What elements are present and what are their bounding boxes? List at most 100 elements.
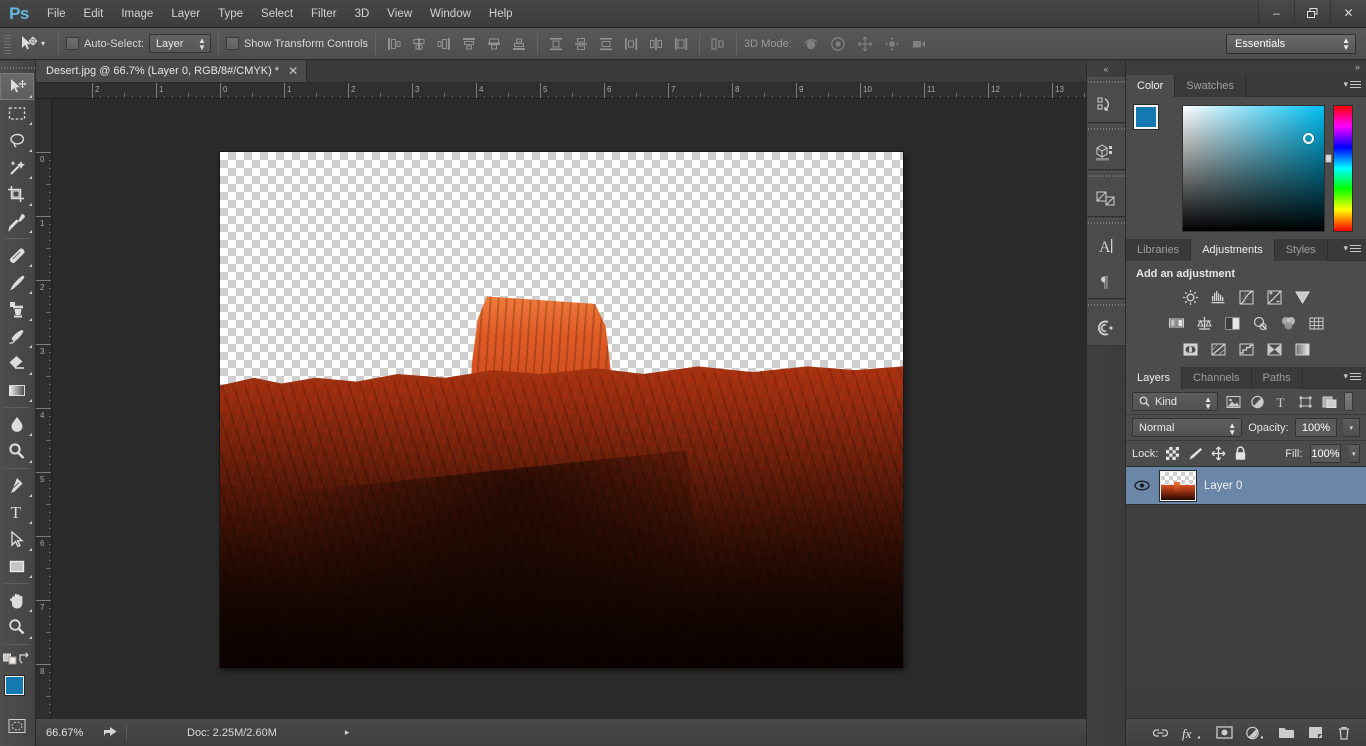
menu-3d[interactable]: 3D [346,0,379,28]
character-panel-icon[interactable]: A [1087,228,1125,263]
color-picker-marker[interactable] [1303,133,1314,144]
orbit-3d-icon[interactable] [800,33,822,55]
lock-image-icon[interactable] [1187,446,1203,462]
horizontal-type-tool[interactable]: T [0,499,34,526]
gradient-map-icon[interactable] [1292,339,1312,359]
canvas-area[interactable] [52,99,1086,718]
layers-list[interactable]: Layer 0 [1126,467,1366,688]
menu-help[interactable]: Help [480,0,522,28]
fill-stepper[interactable]: ▾ [1348,444,1360,463]
color-balance-icon[interactable] [1194,313,1214,333]
options-bar-grip[interactable] [4,32,11,55]
lock-transparency-icon[interactable] [1166,446,1180,462]
history-brush-tool[interactable] [0,323,34,350]
minimize-button[interactable]: – [1258,1,1294,25]
menu-window[interactable]: Window [421,0,480,28]
layer-filter-kind-dropdown[interactable]: Kind ▲ ▼ [1132,392,1218,411]
crop-tool[interactable] [0,181,34,208]
default-colors-icon[interactable] [3,651,17,668]
exposure-icon[interactable] [1264,287,1284,307]
color-panel-menu-button[interactable]: ▾ [1343,79,1361,90]
tab-adjustments[interactable]: Adjustments [1191,239,1275,261]
zoom-tool[interactable] [0,614,34,641]
distribute-horizontal-centers[interactable] [645,33,667,55]
document-tab[interactable]: Desert.jpg @ 66.7% (Layer 0, RGB/8#/CMYK… [36,60,308,82]
hue-slider[interactable] [1325,105,1353,232]
filter-adjustment-icon[interactable] [1248,393,1266,411]
zoom-level-field[interactable]: 66.67% [44,725,94,741]
roll-3d-icon[interactable] [827,33,849,55]
collapse-rail-button[interactable]: « [1087,61,1125,77]
hand-tool[interactable] [0,587,34,614]
rail-grip[interactable] [1087,78,1125,87]
tab-paths[interactable]: Paths [1251,367,1303,389]
brush-tool[interactable] [0,269,34,296]
tab-layers[interactable]: Layers [1126,367,1183,389]
layer-mask-icon[interactable] [1215,725,1233,741]
distribute-bottom-edges[interactable] [595,33,617,55]
toolbar-grip[interactable] [0,63,35,73]
color-swatches-tool[interactable] [0,672,34,712]
filter-smart-object-icon[interactable] [1320,393,1338,411]
photo-filter-icon[interactable] [1250,313,1270,333]
camera-3d-icon[interactable] [908,33,930,55]
adjustments-panel-menu-button[interactable]: ▾ [1343,243,1361,254]
brightness-contrast-icon[interactable] [1180,287,1200,307]
layer-style-icon[interactable]: fx [1181,725,1203,741]
curves-icon[interactable] [1236,287,1256,307]
opacity-stepper[interactable]: ▾ [1343,418,1360,437]
menu-file[interactable]: File [38,0,75,28]
filter-shape-icon[interactable] [1296,393,1314,411]
layer-comps-panel-icon[interactable] [1087,181,1125,216]
foreground-color-swatch[interactable] [1134,105,1158,129]
blur-tool[interactable] [0,411,34,438]
menu-view[interactable]: View [378,0,421,28]
threshold-icon[interactable] [1236,339,1256,359]
vertical-ruler[interactable]: 0 1 2 3 4 5 6 7 8 [36,99,52,718]
distribute-top-edges[interactable] [545,33,567,55]
swap-colors-icon[interactable] [18,651,32,668]
new-group-icon[interactable] [1278,725,1294,741]
invert-icon[interactable] [1180,339,1200,359]
auto-select-scope-dropdown[interactable]: Layer ▲ ▼ [148,34,211,53]
layer-name[interactable]: Layer 0 [1204,480,1242,492]
lock-all-icon[interactable] [1234,446,1247,462]
distribute-right-edges[interactable] [670,33,692,55]
align-top-edges[interactable] [458,33,480,55]
move-tool[interactable] [0,73,34,100]
show-transform-checkbox[interactable] [225,37,239,50]
posterize-icon[interactable] [1208,339,1228,359]
rail-grip[interactable] [1087,125,1125,134]
hue-slider-knob[interactable] [1325,154,1332,163]
eraser-tool[interactable] [0,350,34,377]
restore-button[interactable] [1294,1,1330,25]
rectangle-tool[interactable] [0,553,34,580]
layer-row[interactable]: Layer 0 [1126,467,1366,505]
lock-position-icon[interactable] [1211,446,1226,462]
levels-icon[interactable] [1208,287,1228,307]
menu-edit[interactable]: Edit [75,0,113,28]
layers-panel-menu-button[interactable]: ▾ [1343,371,1361,382]
fill-value-field[interactable]: 100% [1310,444,1341,463]
align-vertical-centers[interactable] [483,33,505,55]
rail-grip[interactable] [1087,219,1125,228]
menu-layer[interactable]: Layer [162,0,209,28]
menu-filter[interactable]: Filter [302,0,346,28]
clone-source-panel-icon[interactable] [1087,310,1125,345]
vibrance-icon[interactable] [1292,287,1312,307]
clone-stamp-tool[interactable] [0,296,34,323]
blend-mode-dropdown[interactable]: Normal ▲ ▼ [1132,418,1243,437]
eyedropper-tool[interactable] [0,208,34,235]
tab-styles[interactable]: Styles [1274,239,1328,261]
align-right-edges[interactable] [433,33,455,55]
layer-visibility-toggle[interactable] [1132,480,1152,491]
opacity-value-field[interactable]: 100% [1294,418,1338,437]
horizontal-ruler[interactable]: 2 1 0 1 2 3 4 5 6 7 8 9 10 11 12 13 [36,83,1086,99]
menu-image[interactable]: Image [112,0,162,28]
color-lookup-icon[interactable] [1306,313,1326,333]
3d-panel-icon[interactable] [1087,134,1125,169]
slide-3d-icon[interactable] [881,33,903,55]
image-canvas[interactable] [220,152,903,668]
distribute-spacing-button[interactable] [707,33,729,55]
history-panel-icon[interactable] [1087,87,1125,122]
